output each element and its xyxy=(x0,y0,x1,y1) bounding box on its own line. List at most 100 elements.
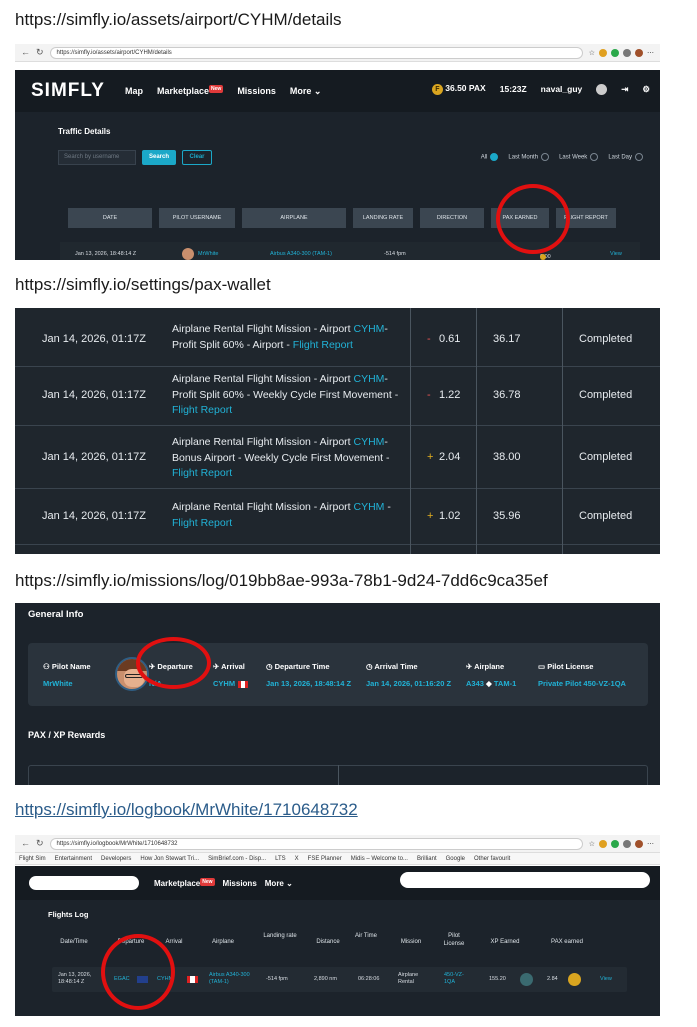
airport-link[interactable]: CYHM xyxy=(354,436,385,448)
reload-icon[interactable]: ↻ xyxy=(36,838,44,849)
amount: 1.22 xyxy=(439,389,461,401)
pilot-icon: ⚇ xyxy=(43,662,50,671)
filter-all[interactable]: All xyxy=(481,153,499,161)
profile-avatar-icon[interactable] xyxy=(635,839,643,848)
extension-icon[interactable] xyxy=(611,839,619,848)
top-navbar: Marketplace New Missions More ⌄ xyxy=(15,866,660,900)
back-icon[interactable]: ← xyxy=(21,47,30,58)
red-annotation-circle xyxy=(136,637,211,689)
username[interactable]: naval_guy xyxy=(541,84,583,94)
pilot-name-link[interactable]: MrWhite xyxy=(43,679,91,688)
airport-link[interactable]: CYHM xyxy=(354,323,385,335)
flight-report-link[interactable]: Flight Report xyxy=(293,339,353,351)
row-date: Jan 13, 2026, 18:48:14 Z xyxy=(75,251,137,257)
pilot-license-link[interactable]: Private Pilot 450-VZ-1QA xyxy=(538,679,626,688)
column-divider xyxy=(338,765,339,785)
amount-sign: + xyxy=(427,451,434,463)
extension-icon[interactable] xyxy=(599,48,607,57)
column-header: Airplane xyxy=(211,939,234,945)
simfly-logo[interactable]: SIMFLY xyxy=(15,80,125,102)
bookmark-item[interactable]: FSE Planner xyxy=(308,856,342,862)
column-header: PAX earned xyxy=(551,939,583,945)
bookmark-item[interactable]: LTS xyxy=(275,856,286,862)
clear-button[interactable]: Clear xyxy=(182,150,212,165)
time-filter: All Last Month Last Week Last Day xyxy=(481,153,643,161)
flight-report-link[interactable]: Flight Report xyxy=(172,404,232,416)
nav-missions[interactable]: Missions xyxy=(237,86,276,97)
url-caption-1: https://simfly.io/assets/airport/CYHM/de… xyxy=(15,10,342,29)
search-button[interactable]: Search xyxy=(142,150,176,165)
flight-report-link[interactable]: Flight Report xyxy=(172,517,232,529)
airport-link[interactable]: CYHM xyxy=(354,373,385,385)
column-header: LANDING RATE xyxy=(353,208,413,228)
balance: 36.78 xyxy=(493,389,521,401)
extension-icon[interactable] xyxy=(611,48,619,57)
extension-icon[interactable] xyxy=(599,839,607,848)
view-report-link[interactable]: View xyxy=(610,251,622,257)
wallet-row: Jan 14, 2026, 01:17Z Airplane Rental Fli… xyxy=(15,489,660,545)
airplane-tail-link[interactable]: TAM-1 xyxy=(494,679,516,688)
address-bar[interactable]: https://simfly.io/logbook/MrWhite/171064… xyxy=(49,837,583,850)
logout-icon[interactable]: ⇥ xyxy=(621,84,628,95)
mission-type: Airplane Rental xyxy=(398,972,419,985)
airplane-link[interactable]: Airbus A340-300 (TAM-1) xyxy=(209,972,259,986)
bookmark-item[interactable]: Flight Sim xyxy=(19,856,46,862)
pax-balance[interactable]: F 36.50 PAX xyxy=(431,83,486,95)
bookmark-item[interactable]: Entertainment xyxy=(55,856,92,862)
arrival-time-value: Jan 14, 2026, 01:16:20 Z xyxy=(366,679,452,688)
air-time: 06:28:06 xyxy=(358,976,380,982)
column-divider xyxy=(410,308,411,554)
bookmark-item[interactable]: Other favourit xyxy=(474,856,510,862)
nav-map[interactable]: Map xyxy=(125,86,143,97)
license-link[interactable]: 450-VZ-1QA xyxy=(444,972,470,986)
pilot-link[interactable]: MrWhite xyxy=(198,251,218,257)
back-icon[interactable]: ← xyxy=(21,838,30,849)
chevron-down-icon: ⌄ xyxy=(313,85,322,96)
airport-details-panel: SIMFLY Map Marketplace New Missions More … xyxy=(15,70,660,260)
distance: 2,890 nm xyxy=(314,976,337,982)
flight-report-link[interactable]: Flight Report xyxy=(172,467,232,479)
nav-more[interactable]: More ⌄ xyxy=(290,86,322,97)
reload-icon[interactable]: ↻ xyxy=(36,47,44,58)
column-header: Landing rate xyxy=(263,933,297,939)
column-header: Air Time xyxy=(354,933,377,939)
bookmark-item[interactable]: Google xyxy=(446,856,465,862)
star-icon[interactable]: ☆ xyxy=(589,840,595,848)
nav-missions[interactable]: Missions xyxy=(223,879,257,888)
bookmark-item[interactable]: X xyxy=(295,856,299,862)
row-description: Airplane Rental Flight Mission - Airport… xyxy=(172,501,391,529)
amount-sign: - xyxy=(427,333,431,345)
nav-more[interactable]: More ⌄ xyxy=(265,879,293,888)
more-icon[interactable]: ⋯ xyxy=(647,840,654,848)
search-input[interactable]: Search by username xyxy=(58,150,136,165)
filter-last-week[interactable]: Last Week xyxy=(559,153,599,161)
nav-marketplace[interactable]: Marketplace New xyxy=(154,878,215,888)
airplane-link[interactable]: Airbus A340-300 (TAM-1) xyxy=(270,251,332,257)
nav-marketplace[interactable]: Marketplace New xyxy=(157,84,224,97)
url-caption-4[interactable]: https://simfly.io/logbook/MrWhite/171064… xyxy=(15,800,358,820)
departure-time-value: Jan 13, 2026, 18:48:14 Z xyxy=(266,679,352,688)
diamond-icon: ◆ xyxy=(486,679,492,688)
bookmark-item[interactable]: Midis – Welcome to... xyxy=(351,856,408,862)
star-icon[interactable]: ☆ xyxy=(589,49,595,57)
bookmark-item[interactable]: SimBrief.com - Disp... xyxy=(208,856,266,862)
gear-icon[interactable]: ⚙ xyxy=(642,84,650,95)
filter-last-month[interactable]: Last Month xyxy=(508,153,550,161)
filter-last-day[interactable]: Last Day xyxy=(608,153,643,161)
airport-link[interactable]: CYHM xyxy=(354,501,385,513)
bookmark-item[interactable]: Developers xyxy=(101,856,131,862)
user-avatar[interactable] xyxy=(596,83,608,95)
chevron-down-icon: ⌄ xyxy=(286,879,293,888)
more-icon[interactable]: ⋯ xyxy=(647,49,654,57)
address-bar[interactable]: https://simfly.io/assets/airport/CYHM/de… xyxy=(49,46,583,59)
bookmark-item[interactable]: Brilliant xyxy=(417,856,437,862)
extension-icon[interactable] xyxy=(623,839,631,848)
top-navbar: SIMFLY Map Marketplace New Missions More … xyxy=(15,70,660,112)
arrival-link[interactable]: CYHM xyxy=(213,679,235,688)
amount: 0.61 xyxy=(439,333,461,345)
bookmark-item[interactable]: How Jon Stewart Tri... xyxy=(140,856,199,862)
status: Completed xyxy=(579,451,633,463)
view-link[interactable]: View xyxy=(600,976,612,983)
extension-icon[interactable] xyxy=(623,48,631,57)
profile-avatar-icon[interactable] xyxy=(635,48,643,57)
